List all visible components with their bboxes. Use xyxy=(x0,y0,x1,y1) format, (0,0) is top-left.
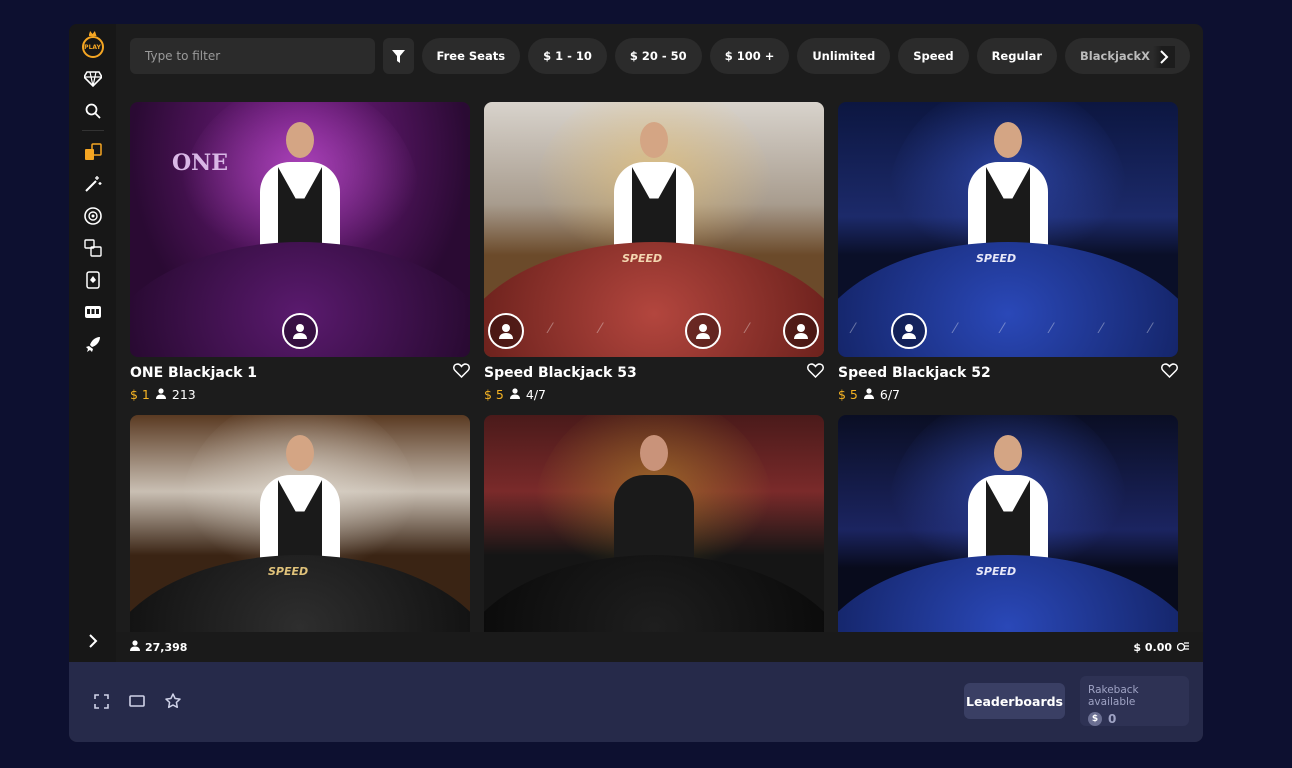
table-speed-label: SPEED xyxy=(622,252,663,265)
balance: $ 0.00 xyxy=(1133,640,1189,655)
dollar-coin-icon: $ xyxy=(1088,712,1102,726)
chip-regular[interactable]: Regular xyxy=(976,38,1058,74)
min-bet: $ 5 xyxy=(484,387,504,402)
player-icon xyxy=(130,640,140,654)
filter-input[interactable]: Type to filter xyxy=(130,38,376,74)
table-card[interactable]: SPEED ⁄ ⁄ ⁄ Speed Blackjack 53 $ 5 4/7 xyxy=(484,102,824,402)
table-title[interactable]: ONE Blackjack 1 xyxy=(130,365,257,381)
chip-unlimited[interactable]: Unlimited xyxy=(797,38,891,74)
table-speed-label: SPEED xyxy=(976,565,1017,578)
filter-funnel-icon[interactable] xyxy=(383,38,414,74)
table-games-icon[interactable] xyxy=(82,237,104,259)
table-grid: ONE ONE Blackjack 1 $ 1 213 SPEED ⁄ ⁄ ⁄ … xyxy=(130,102,1190,632)
rocket-icon[interactable] xyxy=(82,333,104,355)
search-icon[interactable] xyxy=(82,100,104,122)
chip-free-seats[interactable]: Free Seats xyxy=(421,38,521,74)
seat-empty[interactable]: ⁄ xyxy=(746,321,764,339)
magic-wand-icon[interactable] xyxy=(82,173,104,195)
rakeback-value: 0 xyxy=(1108,712,1117,726)
table-speed-label: SPEED xyxy=(268,565,309,578)
player-icon xyxy=(509,387,520,402)
table-card[interactable]: SPEED xyxy=(838,415,1178,632)
min-bet: $ 5 xyxy=(838,387,858,402)
table-card[interactable]: ONE ONE Blackjack 1 $ 1 213 xyxy=(130,102,470,402)
seat-row: ⁄ ⁄ ⁄ xyxy=(484,309,824,349)
seat-occupied[interactable] xyxy=(891,313,927,349)
table-speed-label: SPEED xyxy=(976,252,1017,265)
table-thumbnail[interactable] xyxy=(484,415,824,632)
seat-occupied[interactable] xyxy=(488,313,524,349)
chip-speed[interactable]: Speed xyxy=(898,38,969,74)
theatre-mode-icon[interactable] xyxy=(127,691,147,711)
seat-empty[interactable]: ⁄ xyxy=(1001,321,1019,339)
lobby-window: PLAY Type to filter Free Seats $ 1 - 10 … xyxy=(69,24,1203,742)
seat-empty[interactable]: ⁄ xyxy=(599,321,617,339)
favorite-heart-icon[interactable] xyxy=(453,363,470,383)
play-logo[interactable]: PLAY xyxy=(81,36,104,58)
online-count: 27,398 xyxy=(145,640,188,654)
table-title[interactable]: Speed Blackjack 52 xyxy=(838,365,991,381)
seat-empty[interactable]: ⁄ xyxy=(1149,321,1167,339)
table-card[interactable]: SPEED xyxy=(130,415,470,632)
rakeback-label: Rakeback available xyxy=(1088,684,1139,708)
min-bet: $ 1 xyxy=(130,387,150,402)
roulette-icon[interactable] xyxy=(82,205,104,227)
seat-empty[interactable]: ⁄ xyxy=(1050,321,1068,339)
leaderboards-button[interactable]: Leaderboards xyxy=(964,683,1065,719)
fullscreen-icon[interactable] xyxy=(91,691,111,711)
chip-bet-1-10[interactable]: $ 1 - 10 xyxy=(528,38,607,74)
status-bar: 27,398 $ 0.00 xyxy=(116,632,1203,662)
table-thumbnail[interactable]: SPEED xyxy=(130,415,470,632)
seat-empty[interactable]: ⁄ xyxy=(852,321,870,339)
seat-empty[interactable]: ⁄ xyxy=(954,321,972,339)
chips-scroll-chevron-right-icon[interactable] xyxy=(1153,46,1175,68)
slot-machine-icon[interactable] xyxy=(82,301,104,323)
chip-bet-100-plus[interactable]: $ 100 + xyxy=(709,38,790,74)
player-count: 6/7 xyxy=(879,387,901,402)
filter-bar: Type to filter Free Seats $ 1 - 10 $ 20 … xyxy=(130,38,1190,74)
seat-empty[interactable]: ⁄ xyxy=(549,321,567,339)
balance-value: $ 0.00 xyxy=(1133,640,1172,654)
player-count: 213 xyxy=(171,387,196,402)
one-blackjack-logo: ONE xyxy=(172,150,229,176)
table-thumbnail[interactable]: ONE xyxy=(130,102,470,357)
sidebar-expand-chevron-right-icon[interactable] xyxy=(69,626,116,656)
online-players: 27,398 xyxy=(130,640,187,654)
seat-occupied[interactable] xyxy=(783,313,819,349)
chip-bet-20-50[interactable]: $ 20 - 50 xyxy=(614,38,702,74)
table-card[interactable]: SPEED ⁄ ⁄ ⁄ ⁄ ⁄ ⁄ Speed Blackjack 52 $ 5… xyxy=(838,102,1178,402)
table-title[interactable]: Speed Blackjack 53 xyxy=(484,365,637,381)
table-thumbnail[interactable]: SPEED ⁄ ⁄ ⁄ ⁄ ⁄ ⁄ xyxy=(838,102,1178,357)
chips-stack-icon[interactable] xyxy=(1176,640,1189,655)
seat-row xyxy=(130,309,470,349)
footer-bar: Leaderboards Rakeback available $ 0 xyxy=(69,662,1203,742)
sidebar-divider xyxy=(81,130,104,131)
seat-row: ⁄ ⁄ ⁄ ⁄ ⁄ ⁄ xyxy=(838,309,1178,349)
favorite-heart-icon[interactable] xyxy=(1161,363,1178,383)
player-icon xyxy=(863,387,874,402)
player-count: 4/7 xyxy=(525,387,547,402)
gem-icon[interactable] xyxy=(82,68,104,90)
table-thumbnail[interactable]: SPEED ⁄ ⁄ ⁄ xyxy=(484,102,824,357)
baccarat-icon[interactable] xyxy=(82,141,104,163)
favorite-heart-icon[interactable] xyxy=(807,363,824,383)
player-icon xyxy=(155,387,166,402)
blackjack-card-icon[interactable] xyxy=(82,269,104,291)
seat-occupied[interactable] xyxy=(685,313,721,349)
sidebar: PLAY xyxy=(69,24,116,662)
table-card[interactable] xyxy=(484,415,824,632)
rakeback-panel[interactable]: Rakeback available $ 0 xyxy=(1080,676,1189,726)
star-icon[interactable] xyxy=(163,691,183,711)
seat-empty[interactable]: ⁄ xyxy=(1100,321,1118,339)
seat-infinite-icon[interactable] xyxy=(282,313,318,349)
table-thumbnail[interactable]: SPEED xyxy=(838,415,1178,632)
